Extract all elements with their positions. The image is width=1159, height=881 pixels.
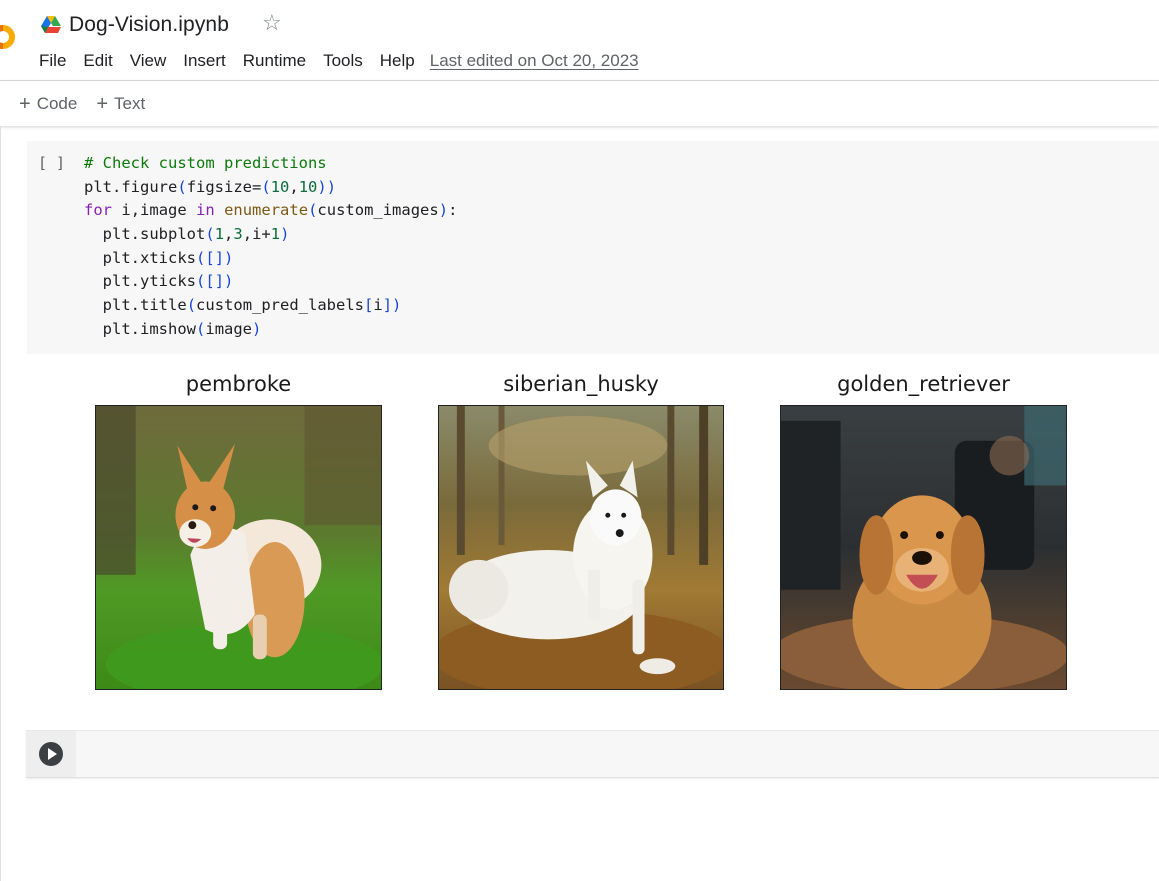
code-line: # Check custom predictions xyxy=(84,154,327,172)
subplot-title: pembroke xyxy=(185,372,292,396)
subplot-title: siberian_husky xyxy=(503,372,659,396)
subplot-title: golden_retriever xyxy=(837,372,1010,396)
menu-runtime[interactable]: Runtime xyxy=(243,51,306,71)
menu-file[interactable]: File xyxy=(39,51,66,71)
menu-tools[interactable]: Tools xyxy=(323,51,363,71)
run-cell-button[interactable] xyxy=(39,742,63,766)
cell-output: pembroke siberian_husky golden_retriever xyxy=(27,360,1159,705)
last-edited-link[interactable]: Last edited on Oct 20, 2023 xyxy=(430,51,639,71)
code-editor[interactable]: # Check custom predictions plt.figure(fig… xyxy=(84,152,457,342)
menu-insert[interactable]: Insert xyxy=(183,51,226,71)
menu-view[interactable]: View xyxy=(130,51,167,71)
google-drive-icon[interactable] xyxy=(40,15,62,35)
empty-code-cell[interactable] xyxy=(26,730,1159,778)
code-cell[interactable]: [ ] # Check custom predictions plt.figure… xyxy=(27,141,1159,354)
code-line: plt.subplot(1,3,i+1) xyxy=(102,225,290,244)
cell-gutter xyxy=(26,731,76,777)
code-line: plt.xticks([]) xyxy=(102,248,234,267)
code-line: plt.title(custom_pred_labels[i]) xyxy=(102,296,402,315)
golden-retriever-photo xyxy=(780,405,1067,690)
menu-bar: File Edit View Insert Runtime Tools Help… xyxy=(39,50,639,72)
execution-count[interactable]: [ ] xyxy=(38,154,65,172)
code-line: plt.figure(figsize=(10,10)) xyxy=(84,177,337,196)
notebook-title[interactable]: Dog-Vision.ipynb xyxy=(69,13,229,37)
code-line: for i,image in enumerate(custom_images): xyxy=(84,201,458,220)
husky-photo xyxy=(438,405,724,690)
colab-logo-icon[interactable] xyxy=(0,24,18,50)
plus-icon: + xyxy=(96,92,109,115)
add-text-cell-button[interactable]: + Text xyxy=(96,94,145,114)
notebook-toolbar: + Code + Text xyxy=(0,81,1159,126)
cell-area-border xyxy=(0,126,1,881)
add-text-label: Text xyxy=(114,93,146,113)
star-icon[interactable]: ☆ xyxy=(262,12,282,34)
add-code-cell-button[interactable]: + Code xyxy=(19,94,77,114)
menu-edit[interactable]: Edit xyxy=(83,51,112,71)
add-code-label: Code xyxy=(36,93,78,113)
menu-help[interactable]: Help xyxy=(380,51,415,71)
code-line: plt.yticks([]) xyxy=(102,272,234,291)
corgi-photo xyxy=(95,405,382,690)
code-line: plt.imshow(image) xyxy=(102,319,262,338)
plus-icon: + xyxy=(19,92,31,115)
